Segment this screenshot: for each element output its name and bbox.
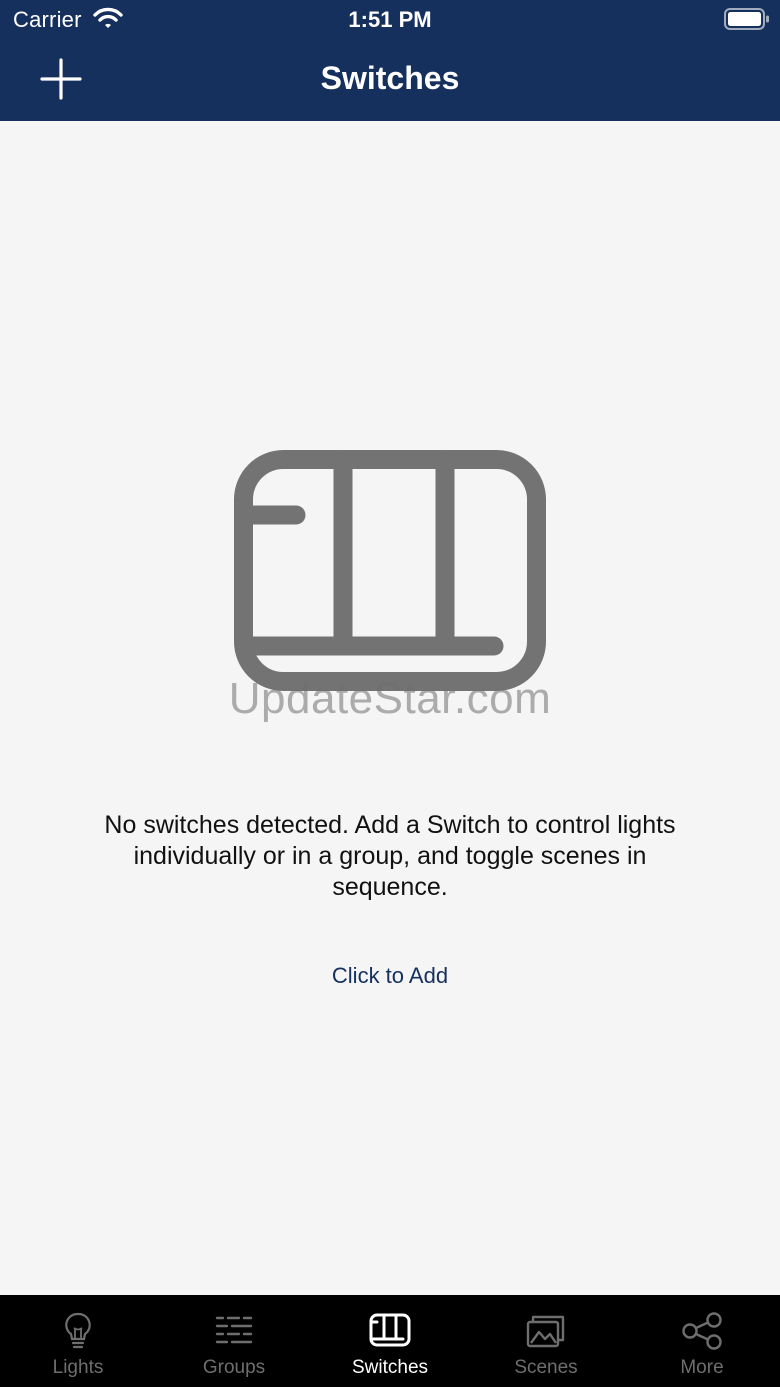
lightbulb-icon — [56, 1311, 100, 1351]
page-title: Switches — [320, 60, 460, 96]
tab-label: Lights — [52, 1357, 104, 1378]
click-to-add-link[interactable]: Click to Add — [0, 963, 780, 989]
tab-label: Groups — [202, 1357, 266, 1378]
share-nodes-icon — [680, 1311, 724, 1351]
battery-icon — [724, 8, 770, 30]
scenes-image-icon — [524, 1311, 568, 1351]
tab-scenes[interactable]: Scenes — [468, 1295, 624, 1387]
tab-more[interactable]: More — [624, 1295, 780, 1387]
tab-groups[interactable]: Groups — [156, 1295, 312, 1387]
switch-icon — [368, 1311, 412, 1351]
tab-label: Switches — [351, 1357, 429, 1378]
empty-message: No switches detected. Add a Switch to co… — [104, 811, 676, 901]
status-bar: Carrier 1:51 PM — [0, 0, 780, 42]
switch-panel-icon — [234, 450, 546, 691]
status-time: 1:51 PM — [348, 7, 432, 32]
watermark: UpdateStar.com — [228, 674, 552, 723]
groups-grid-icon — [212, 1311, 256, 1351]
tab-lights[interactable]: Lights — [0, 1295, 156, 1387]
tab-bar: Lights Groups Switches Scenes More — [0, 1295, 780, 1387]
navigation-bar: Switches — [0, 42, 780, 121]
tab-label: More — [680, 1357, 724, 1378]
top-bar: Carrier 1:51 PM Switches — [0, 0, 780, 121]
tab-switches[interactable]: Switches — [312, 1295, 468, 1387]
switches-screen: Carrier 1:51 PM Switches UpdateStar.com … — [0, 0, 780, 1387]
tab-label: Scenes — [514, 1357, 578, 1378]
empty-state: UpdateStar.com No switches detected. Add… — [0, 121, 780, 1295]
